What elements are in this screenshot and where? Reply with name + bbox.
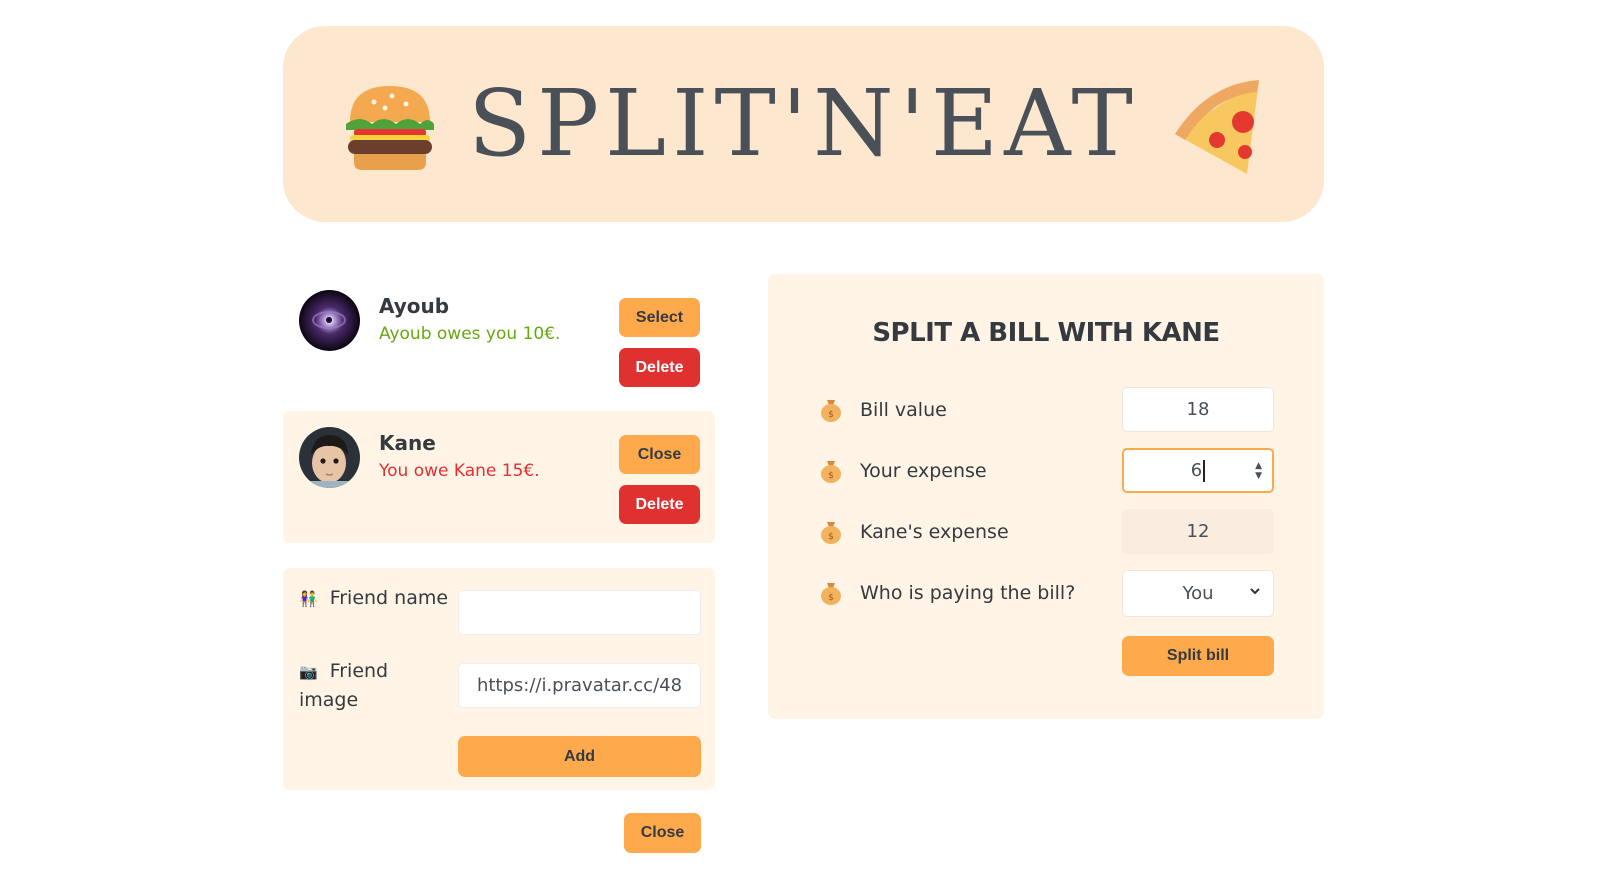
delete-friend-button[interactable]: Delete xyxy=(619,348,700,387)
friend-item-ayoub: Ayoub Ayoub owes you 10€. Select Delete xyxy=(283,274,715,406)
friend-image-input[interactable] xyxy=(458,663,701,708)
close-add-form-button[interactable]: Close xyxy=(624,813,701,853)
payer-select[interactable]: You xyxy=(1122,570,1274,617)
add-friend-button[interactable]: Add xyxy=(458,736,701,777)
add-friend-form: 👫Friend name 📷Friend image Add xyxy=(283,568,715,790)
friend-name-label: 👫 Friend name xyxy=(299,584,449,613)
friend-name: Kane xyxy=(379,431,436,455)
camera-icon: 📷 xyxy=(299,663,318,681)
friend-image-label: 📷 Friend image xyxy=(299,660,389,711)
friend-name: Ayoub xyxy=(379,294,450,318)
friend-name-input[interactable] xyxy=(458,590,701,635)
app-header: SPLIT'N'EAT xyxy=(283,26,1324,222)
money-bag-icon: $ xyxy=(821,522,841,544)
bill-value-label: $ Bill value xyxy=(820,398,947,422)
split-bill-button[interactable]: Split bill xyxy=(1122,636,1274,676)
people-icon: 👫 xyxy=(299,590,318,608)
svg-text:$: $ xyxy=(828,532,834,542)
select-friend-button[interactable]: Select xyxy=(619,298,700,337)
delete-friend-button[interactable]: Delete xyxy=(619,485,700,524)
app-title: SPLIT'N'EAT xyxy=(468,70,1139,177)
money-bag-icon: $ xyxy=(821,400,841,422)
svg-text:$: $ xyxy=(828,410,834,420)
your-expense-label: $ Your expense xyxy=(820,459,987,483)
friend-balance: You owe Kane 15€. xyxy=(379,461,540,481)
bill-value-input[interactable]: 18 xyxy=(1122,387,1274,432)
avatar xyxy=(299,427,360,488)
friend-item-kane: Kane You owe Kane 15€. Close Delete xyxy=(283,411,715,543)
payer-label: $ Who is paying the bill? xyxy=(820,581,1075,605)
money-bag-icon: $ xyxy=(821,461,841,483)
close-friend-button[interactable]: Close xyxy=(619,435,700,474)
text-caret xyxy=(1203,459,1206,482)
friend-balance: Ayoub owes you 10€. xyxy=(379,324,561,344)
split-title: SPLIT A BILL WITH KANE xyxy=(872,318,1220,348)
money-bag-icon: $ xyxy=(821,583,841,605)
burger-icon xyxy=(346,86,435,170)
chevron-down-icon xyxy=(1250,588,1260,595)
svg-text:$: $ xyxy=(828,471,834,481)
friend-expense-field: 12 xyxy=(1122,509,1274,554)
svg-text:$: $ xyxy=(828,593,834,603)
number-spinner-icon[interactable]: ▲ ▼ xyxy=(1255,461,1262,481)
your-expense-input[interactable]: 6 ▲ ▼ xyxy=(1122,448,1274,493)
split-bill-form: SPLIT A BILL WITH KANE $ Bill value 18 $… xyxy=(768,274,1324,719)
avatar xyxy=(299,290,360,351)
pizza-icon xyxy=(1174,80,1259,174)
friend-expense-label: $ Kane's expense xyxy=(820,520,1009,544)
